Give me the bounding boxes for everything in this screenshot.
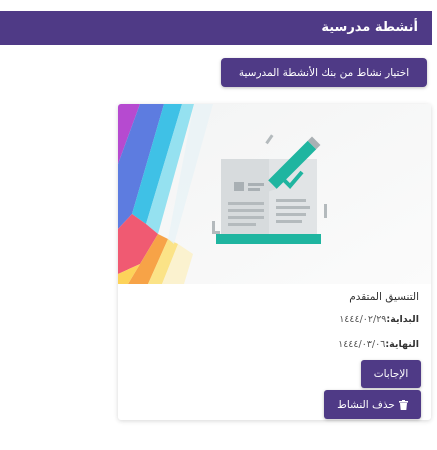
- start-date: البداية:١٤٤٤/٠٢/٢٩: [339, 314, 419, 325]
- start-date-label: البداية:: [386, 314, 419, 325]
- activity-image: [118, 104, 431, 284]
- end-date-label: النهاية:: [385, 339, 419, 350]
- choose-from-activity-bank-button[interactable]: اختيار نشاط من بنك الأنشطة المدرسية: [221, 58, 427, 87]
- activity-card: التنسيق المتقدم البداية:١٤٤٤/٠٢/٢٩ النها…: [118, 104, 431, 420]
- section-title: أنشطة مدرسية: [321, 20, 418, 35]
- activity-title: التنسيق المتقدم: [349, 291, 419, 303]
- section-header: أنشطة مدرسية: [0, 11, 432, 45]
- delete-activity-button[interactable]: حذف النشاط: [324, 390, 421, 419]
- page: أنشطة مدرسية اختيار نشاط من بنك الأنشطة …: [0, 0, 437, 450]
- start-date-value: ١٤٤٤/٠٢/٢٩: [339, 314, 387, 325]
- end-date: النهاية:١٤٤٤/٠٣/٠٦: [338, 339, 419, 350]
- delete-activity-label: حذف النشاط: [337, 398, 395, 411]
- end-date-value: ١٤٤٤/٠٣/٠٦: [338, 339, 386, 350]
- trash-icon: [398, 399, 408, 410]
- answers-button[interactable]: الإجابات: [361, 360, 421, 388]
